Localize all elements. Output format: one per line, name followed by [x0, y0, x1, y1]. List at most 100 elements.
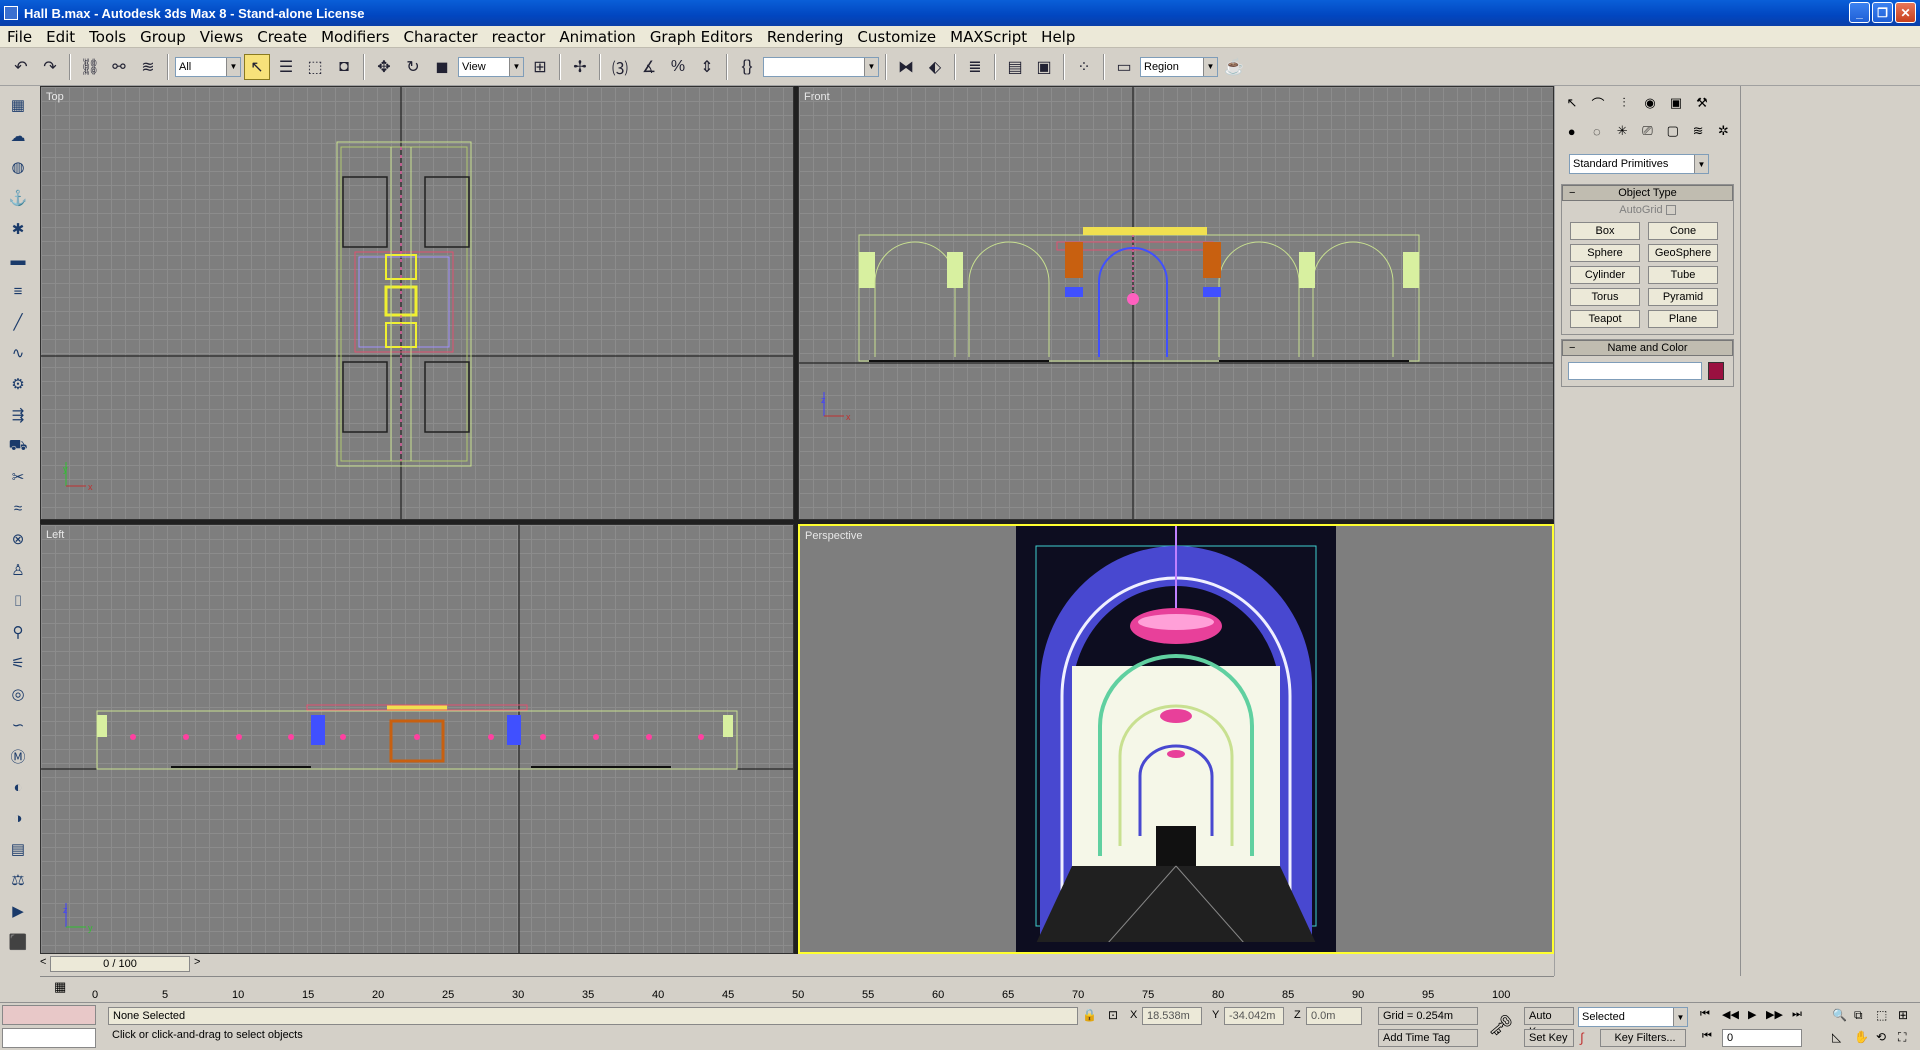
viewport-top[interactable]: Top y x	[40, 86, 794, 520]
cylinder-button[interactable]: Cylinder	[1570, 266, 1640, 284]
reference-coordinate-dropdown[interactable]: View ▼	[458, 56, 524, 77]
render-scene-icon[interactable]: ▭	[1111, 54, 1137, 80]
autogrid-checkbox[interactable]: AutoGrid	[1562, 201, 1733, 216]
spring-icon[interactable]: ≡	[6, 278, 30, 304]
sphere-button[interactable]: Sphere	[1570, 244, 1640, 262]
linear-dashpot-icon[interactable]: ╱	[6, 309, 30, 335]
plane-icon[interactable]: ▬	[6, 247, 30, 273]
space-warps-icon[interactable]: ≋	[1687, 120, 1708, 142]
snaps-toggle-icon[interactable]: ⑶	[607, 54, 633, 80]
menu-views[interactable]: Views	[193, 28, 250, 46]
box-button[interactable]: Box	[1570, 222, 1640, 240]
track-bar[interactable]: ▦ 0 5 10 15 20 25 30 35 40 45 50 55 60 65 70 75 80 85 90 95…	[40, 976, 1554, 1001]
select-and-rotate-icon[interactable]: ↻	[400, 54, 426, 80]
object-name-input[interactable]	[1568, 362, 1702, 380]
plane-button[interactable]: Plane	[1648, 310, 1718, 328]
hierarchy-tab-icon[interactable]: ⫶	[1613, 92, 1635, 114]
pyramid-button[interactable]: Pyramid	[1648, 288, 1718, 306]
menu-create[interactable]: Create	[250, 28, 314, 46]
motion-tab-icon[interactable]: ◉	[1639, 92, 1661, 114]
preview-animation-icon[interactable]: ▶	[6, 898, 30, 924]
key-mode-toggle-icon[interactable]: ⏮	[1702, 1030, 1712, 1043]
viewport-perspective[interactable]: Perspective	[798, 524, 1554, 954]
systems-icon[interactable]: ✲	[1713, 120, 1734, 142]
car-wheel-icon[interactable]: ◎	[6, 681, 30, 707]
fracture-icon[interactable]: ✂	[6, 464, 30, 490]
angular-dashpot-icon[interactable]: ∿	[6, 340, 30, 366]
maxscript-listener-mini[interactable]	[2, 1005, 96, 1025]
zoom-all-icon[interactable]: ⧉	[1854, 1008, 1863, 1023]
zoom-icon[interactable]: 🔍	[1832, 1008, 1847, 1022]
menu-character[interactable]: Character	[397, 28, 485, 46]
mini-curve-editor-icon[interactable]: ▦	[54, 979, 66, 995]
menu-reactor[interactable]: reactor	[485, 28, 553, 46]
menu-customize[interactable]: Customize	[850, 28, 943, 46]
key-curve-icon[interactable]: ∫	[1580, 1030, 1584, 1045]
constraint-solver-icon[interactable]: ⊗	[6, 526, 30, 552]
menu-edit[interactable]: Edit	[39, 28, 82, 46]
menu-rendering[interactable]: Rendering	[760, 28, 851, 46]
pivot-center-icon[interactable]: ⊞	[527, 54, 553, 80]
menu-file[interactable]: File	[0, 28, 39, 46]
play-icon[interactable]: ▶	[1748, 1008, 1756, 1021]
redo-icon[interactable]: ↷	[37, 54, 63, 80]
soft-body-collection-icon[interactable]: ◍	[6, 154, 30, 180]
motor-icon[interactable]: ⚙	[6, 371, 30, 397]
teapot-button[interactable]: Teapot	[1570, 310, 1640, 328]
display-tab-icon[interactable]: ▣	[1665, 92, 1687, 114]
menu-modifiers[interactable]: Modifiers	[314, 28, 396, 46]
soft-body-modifier-icon[interactable]: ◑	[6, 805, 30, 831]
rigid-body-collection-icon[interactable]: ▦	[6, 92, 30, 118]
tube-button[interactable]: Tube	[1648, 266, 1718, 284]
modify-tab-icon[interactable]: ⌒	[1587, 92, 1609, 114]
select-and-scale-icon[interactable]: ◼	[429, 54, 455, 80]
rollout-title[interactable]: − Name and Color	[1562, 340, 1733, 356]
material-editor-icon[interactable]: ⁘	[1071, 54, 1097, 80]
object-color-swatch[interactable]	[1708, 362, 1724, 380]
unlink-icon[interactable]: ⚯	[106, 54, 132, 80]
mirror-icon[interactable]: ⧓	[893, 54, 919, 80]
menu-graph-editors[interactable]: Graph Editors	[643, 28, 760, 46]
viewport-left[interactable]: Left z y	[40, 524, 794, 954]
helpers-icon[interactable]: ▢	[1662, 120, 1683, 142]
close-button[interactable]: ✕	[1895, 2, 1916, 23]
point-to-path-icon[interactable]: ∽	[6, 712, 30, 738]
select-and-move-icon[interactable]: ✥	[371, 54, 397, 80]
add-time-tag-button[interactable]: Add Time Tag	[1378, 1029, 1478, 1047]
z-coordinate-field[interactable]: 0.0m	[1306, 1007, 1362, 1025]
maxscript-input[interactable]	[2, 1028, 96, 1048]
restore-button[interactable]: ❐	[1872, 2, 1893, 23]
torus-button[interactable]: Torus	[1570, 288, 1640, 306]
schematic-view-icon[interactable]: ▣	[1031, 54, 1057, 80]
hinge-icon[interactable]: ⌷	[6, 588, 30, 614]
wind-icon[interactable]: ⇶	[6, 402, 30, 428]
zoom-extents-icon[interactable]: ⬚	[1876, 1008, 1887, 1022]
zoom-extents-all-icon[interactable]: ⊞	[1898, 1008, 1908, 1022]
go-to-end-icon[interactable]: ⏭	[1792, 1008, 1802, 1021]
arc-rotate-icon[interactable]: ⟲	[1876, 1030, 1886, 1044]
prev-frame-arrow[interactable]: <	[40, 956, 46, 968]
primitive-type-dropdown[interactable]: Standard Primitives ▼	[1569, 154, 1709, 174]
previous-frame-icon[interactable]: ◀◀	[1722, 1008, 1739, 1021]
align-icon[interactable]: ⬖	[922, 54, 948, 80]
menu-group[interactable]: Group	[133, 28, 193, 46]
window-crossing-icon[interactable]: ◘	[331, 54, 357, 80]
menu-tools[interactable]: Tools	[82, 28, 133, 46]
rollout-title[interactable]: − Object Type	[1562, 185, 1733, 201]
pan-icon[interactable]: ✋	[1854, 1030, 1869, 1044]
select-by-name-icon[interactable]: ☰	[273, 54, 299, 80]
go-to-start-icon[interactable]: ⏮	[1700, 1008, 1710, 1021]
edit-named-selection-icon[interactable]: {}	[734, 54, 760, 80]
time-slider[interactable]: 0 / 100	[50, 956, 190, 972]
fracture-mod-icon[interactable]: Ⓜ	[6, 743, 30, 769]
layer-manager-icon[interactable]: ≣	[962, 54, 988, 80]
point-to-point-icon[interactable]: ⚲	[6, 619, 30, 645]
current-frame-field[interactable]: 0	[1722, 1029, 1802, 1047]
key-mode-dropdown[interactable]: Selected ▼	[1578, 1007, 1688, 1027]
cone-button[interactable]: Cone	[1648, 222, 1718, 240]
rectangular-selection-icon[interactable]: ⬚	[302, 54, 328, 80]
property-editor-icon[interactable]: ▤	[6, 836, 30, 862]
x-coordinate-field[interactable]: 18.538m	[1142, 1007, 1202, 1025]
menu-maxscript[interactable]: MAXScript	[943, 28, 1034, 46]
key-filters-button[interactable]: Key Filters...	[1600, 1029, 1686, 1047]
